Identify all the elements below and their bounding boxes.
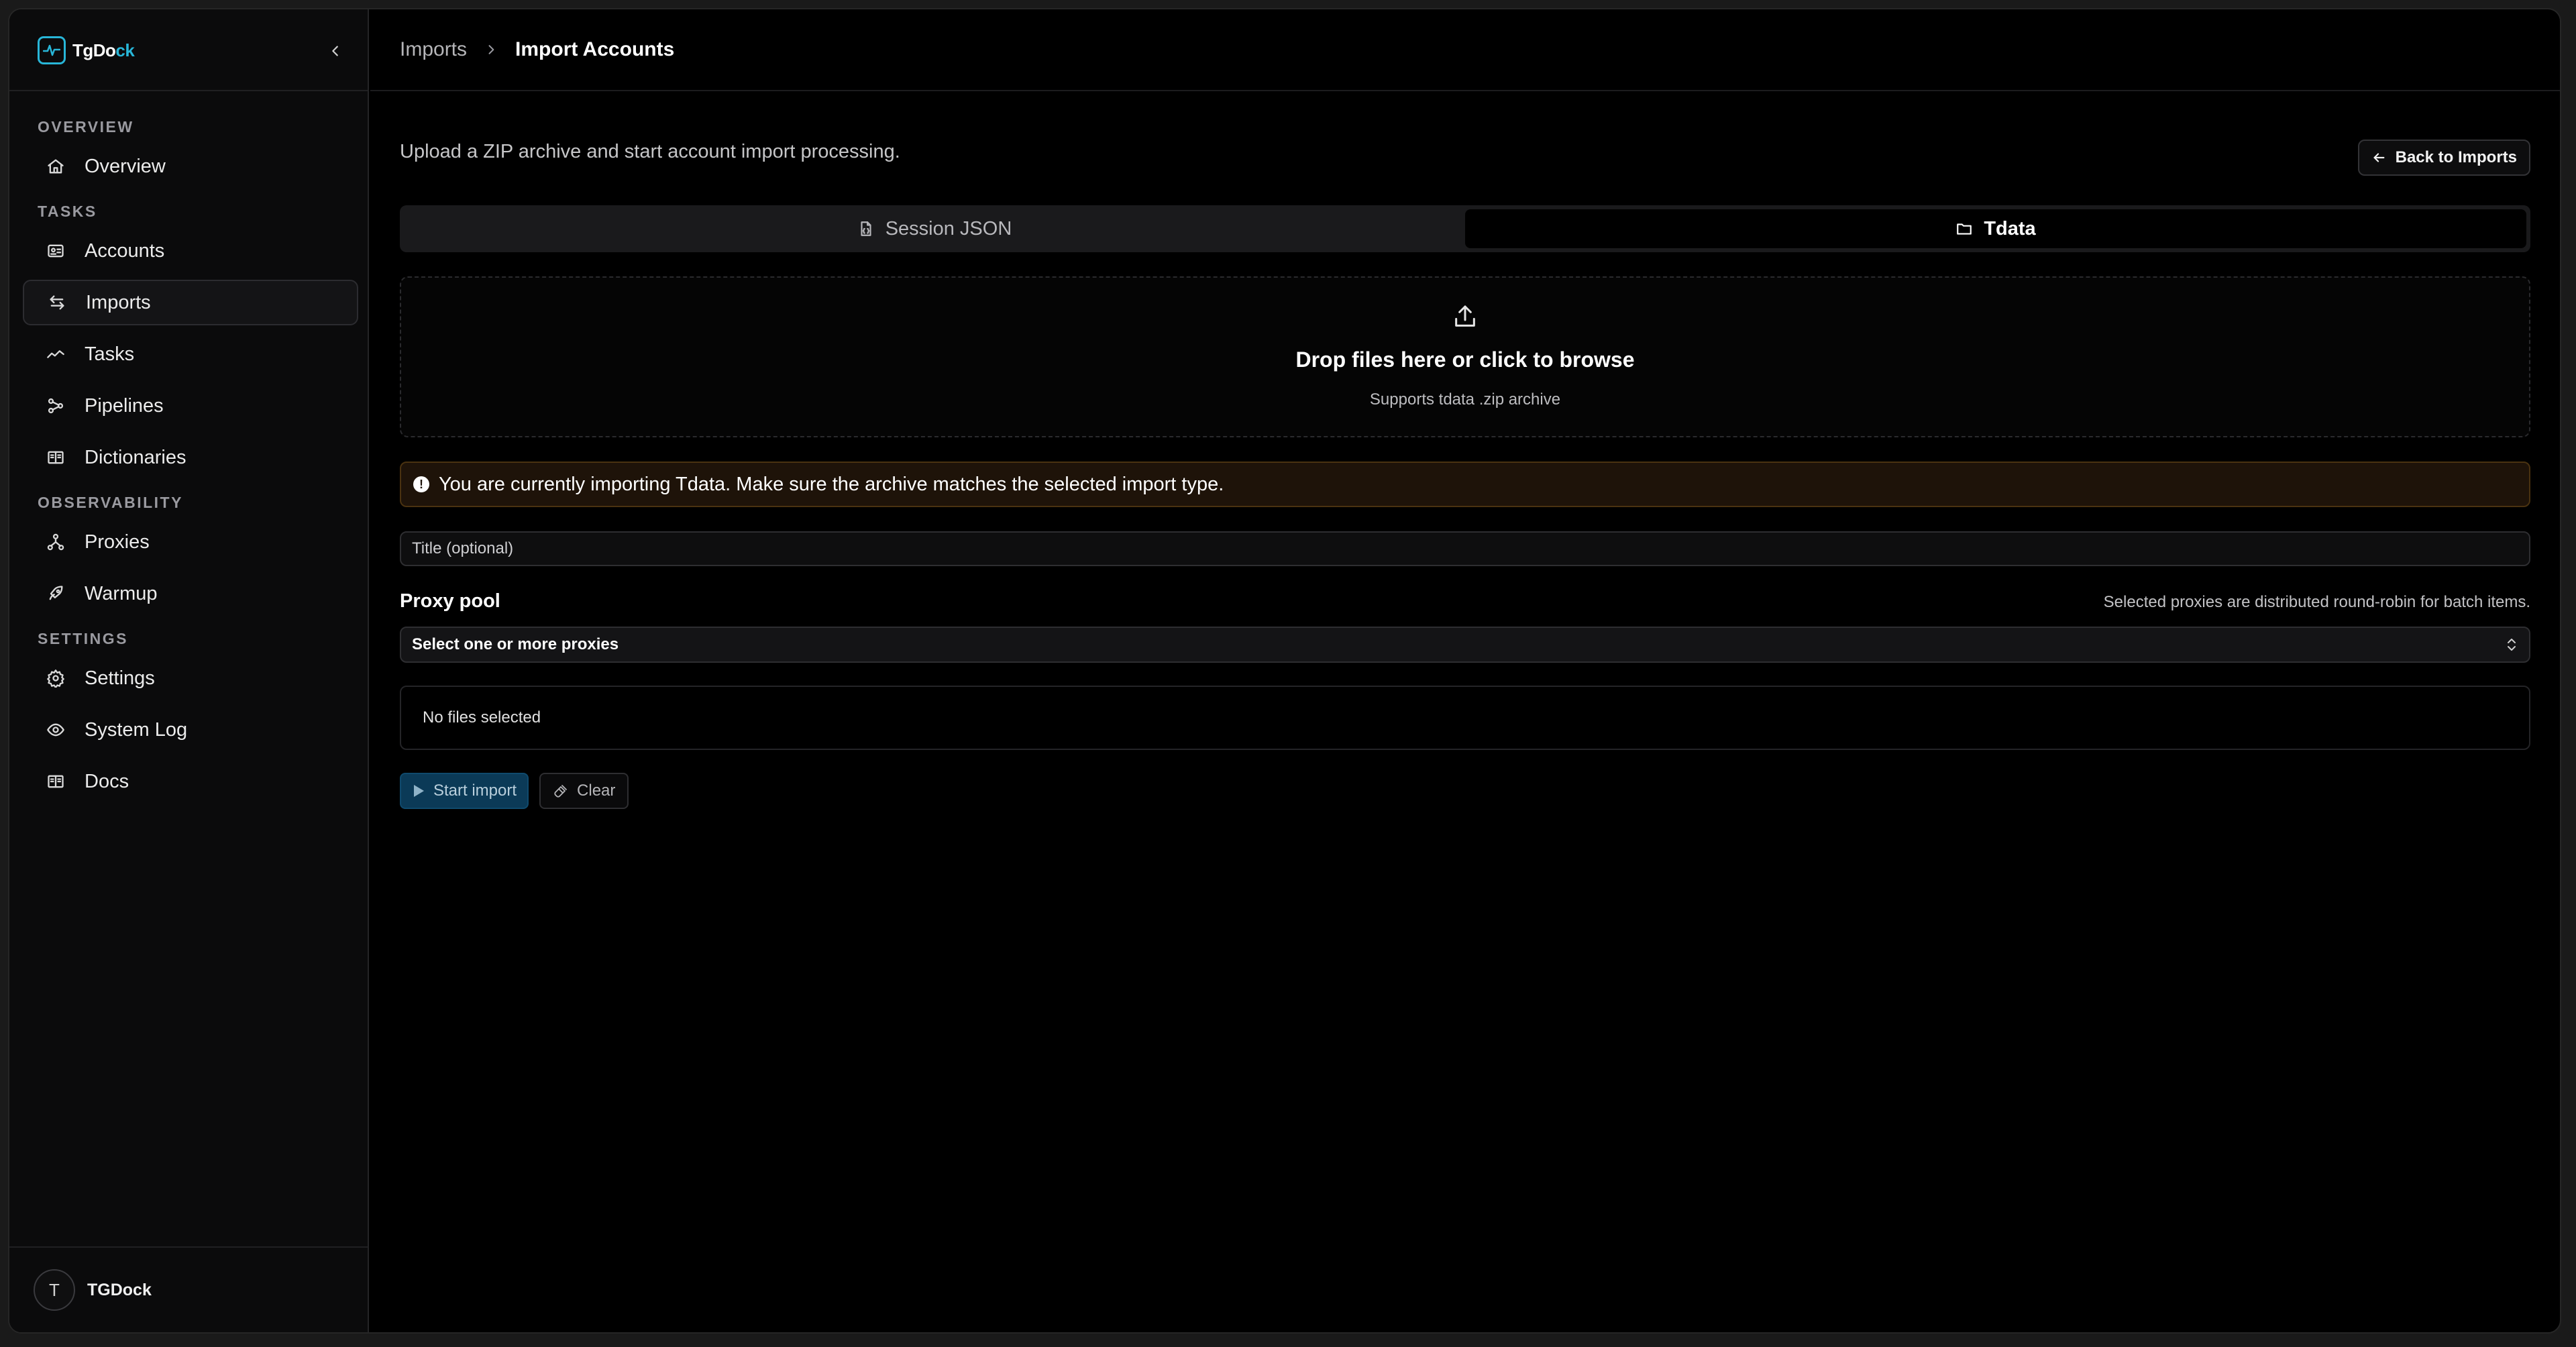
clear-label: Clear [577,782,616,800]
book-open-icon [46,771,66,792]
sidebar-item-settings[interactable]: Settings [23,655,358,701]
chevron-left-icon [332,46,338,56]
back-to-imports-button[interactable]: Back to Imports [2357,140,2530,176]
sidebar-item-label: Dictionaries [85,446,186,468]
sidebar-item-docs[interactable]: Docs [23,759,358,804]
sidebar-item-overview[interactable]: Overview [23,144,358,189]
app-window: TgDock OVERVIEW Overview TASKS Accounts … [8,8,2561,1334]
chevron-right-icon [484,43,498,56]
rocket-icon [46,584,66,604]
import-type-tabs: Session JSON Tdata [400,205,2530,252]
logo-icon [38,36,66,64]
tab-label: Session JSON [885,217,1012,239]
sidebar-item-label: Pipelines [85,394,164,417]
sidebar-item-pipelines[interactable]: Pipelines [23,383,358,429]
clear-button[interactable]: Clear [539,773,629,809]
sidebar-item-label: Imports [86,291,151,313]
dropzone-title: Drop files here or click to browse [1295,347,1635,372]
sidebar-item-label: Accounts [85,239,165,262]
sidebar-item-proxies[interactable]: Proxies [23,519,358,565]
tab-session-json[interactable]: Session JSON [404,209,1465,248]
proxy-select[interactable]: Select one or more proxies [400,627,2530,663]
import-type-alert: ! You are currently importing Tdata. Mak… [400,462,2530,507]
main-area: Imports Import Accounts Upload a ZIP arc… [370,9,2560,1332]
section-label-tasks: TASKS [38,203,97,220]
sidebar-item-system-log[interactable]: System Log [23,707,358,753]
play-icon [414,785,424,797]
section-label-observability: OBSERVABILITY [38,494,183,511]
folder-icon [1957,223,1972,235]
sidebar-footer: T TGDock [9,1246,368,1332]
book-icon [46,447,66,468]
sidebar-item-label: Docs [85,770,129,792]
back-button-label: Back to Imports [2395,148,2517,166]
gear-icon [46,668,66,688]
sidebar-header: TgDock [9,9,368,91]
sidebar-item-label: Settings [85,667,155,689]
breadcrumb-imports-link[interactable]: Imports [400,38,467,61]
selected-files-list: No files selected [400,686,2530,750]
proxy-pool-hint: Selected proxies are distributed round-r… [2103,593,2530,611]
sidebar-item-label: Warmup [85,582,158,604]
sidebar-item-warmup[interactable]: Warmup [23,571,358,616]
tab-tdata[interactable]: Tdata [1465,209,2526,248]
network-icon [46,532,66,552]
start-import-button[interactable]: Start import [400,773,529,809]
workflow-icon [46,396,66,416]
upload-icon [1452,303,1479,333]
trend-line-icon [46,344,66,364]
arrow-left-icon [2373,153,2385,162]
sidebar-item-label: Overview [85,155,166,177]
tab-label: Tdata [1984,217,2036,239]
file-dropzone[interactable]: Drop files here or click to browse Suppo… [400,276,2530,437]
sidebar-item-label: Tasks [85,343,135,365]
arrows-swap-icon [47,292,67,313]
brush-icon [554,785,567,798]
start-import-label: Start import [433,782,517,800]
sidebar-item-dictionaries[interactable]: Dictionaries [23,435,358,480]
section-label-overview: OVERVIEW [38,118,134,136]
alert-text: You are currently importing Tdata. Make … [439,473,1224,495]
avatar[interactable]: T [34,1269,75,1311]
app-logo-text[interactable]: TgDock [72,40,135,61]
sidebar-item-label: System Log [85,718,188,741]
file-json-icon [861,221,871,236]
action-buttons: Start import Clear [400,773,629,809]
alert-circle-icon: ! [413,476,429,492]
page-title: Import Accounts [515,38,675,60]
sidebar-item-label: Proxies [85,531,150,553]
page-subtitle: Upload a ZIP archive and start account i… [400,141,900,162]
breadcrumb: Imports Import Accounts [370,9,2560,91]
collapse-sidebar-button[interactable] [323,39,347,63]
title-input[interactable] [400,531,2530,566]
user-name[interactable]: TGDock [87,1281,152,1300]
sidebar: TgDock OVERVIEW Overview TASKS Accounts … [9,9,369,1332]
sidebar-item-tasks[interactable]: Tasks [23,331,358,377]
section-label-settings: SETTINGS [38,630,129,647]
dropzone-subtitle: Supports tdata .zip archive [1369,390,1561,409]
proxy-select-value: Select one or more proxies [412,635,619,653]
eye-icon [46,720,66,740]
proxy-pool-label: Proxy pool [400,590,500,612]
chevron-up-down-icon [2505,637,2518,653]
files-status: No files selected [423,708,541,726]
home-icon [46,156,66,176]
sidebar-item-accounts[interactable]: Accounts [23,228,358,274]
id-card-icon [46,241,66,261]
sidebar-item-imports[interactable]: Imports [23,280,358,325]
